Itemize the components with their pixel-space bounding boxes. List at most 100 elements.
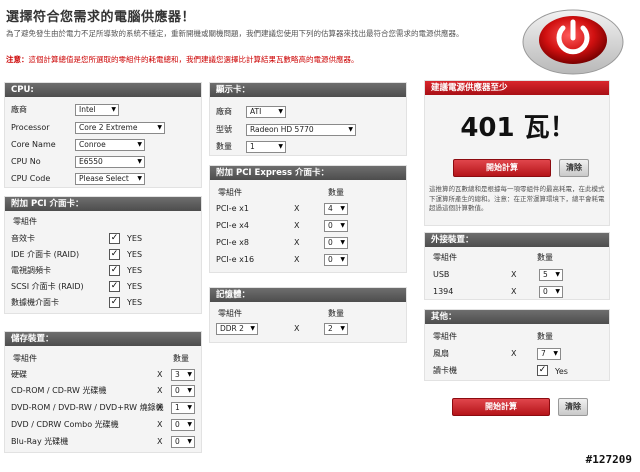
card-reader-yes: Yes [555,367,568,376]
gpu-qty-label: 數量 [216,142,232,151]
pcie-col-component: 零組件 [218,188,242,197]
storage-col-component: 零組件 [13,354,37,363]
pci-item-checkbox[interactable]: ✓ [109,233,120,244]
calculate-button-bottom[interactable]: 開始計算 [452,398,550,416]
memory-col-component: 零組件 [218,309,242,318]
pcie-item-x: X [294,238,300,247]
pci-item-label: SCSI 介面卡 (RAID) [11,282,84,291]
storage-col-qty: 數量 [173,354,189,363]
pcie-qty-value: 0 [328,255,333,264]
storage-qty-value: 0 [175,386,180,395]
storage-qty-select[interactable]: 1 ▼ [171,402,195,414]
fan-qty-select[interactable]: 7 ▼ [537,348,561,360]
storage-panel-title: 儲存裝置： [5,332,201,346]
result-watts: 401 瓦！ [460,113,576,143]
chevron-down-icon: ▼ [187,421,192,428]
gpu-panel: 顯示卡： 廠商 ATI ▼ 型號 Radeon HD 5770 ▼ 數量 1 ▼ [209,82,407,156]
gpu-vendor-select[interactable]: ATI ▼ [246,106,286,118]
fan-label: 風扇 [433,349,449,358]
storage-panel: 儲存裝置： 零組件 數量 硬碟 X 3 ▼ CD-ROM / CD-RW 光碟機 … [4,331,202,453]
chevron-down-icon: ▼ [250,325,255,332]
gpu-vendor-label: 廠商 [216,107,232,116]
gpu-model-value: Radeon HD 5770 [250,125,314,134]
chevron-down-icon: ▼ [340,205,345,212]
pci-panel-title: 附加 PCI 介面卡： [5,197,201,211]
memory-qty-value: 2 [328,324,333,333]
cpu-code-select[interactable]: Please Select ▼ [75,173,145,185]
memory-panel-title: 記憶體： [210,288,406,302]
clear-button[interactable]: 清除 [559,159,589,177]
card-reader-checkbox[interactable]: ✓ [537,365,548,376]
pci-item-checkbox[interactable]: ✓ [109,265,120,276]
pcie-col-qty: 數量 [328,188,344,197]
chevron-down-icon: ▼ [278,108,283,115]
result-panel-title: 建議電源供應器至少 [425,81,609,95]
pcie-qty-value: 0 [328,238,333,247]
chevron-down-icon: ▼ [157,124,162,131]
pci-item-yes: YES [127,250,143,259]
chevron-down-icon: ▼ [137,158,142,165]
gpu-model-label: 型號 [216,125,232,134]
pcie-qty-select[interactable]: 0 ▼ [324,220,348,232]
memory-qty-select[interactable]: 2 ▼ [324,323,348,335]
memory-type-select[interactable]: DDR 2 ▼ [216,323,258,335]
cpu-vendor-select[interactable]: Intel ▼ [75,104,119,116]
pcie-panel-title: 附加 PCI Express 介面卡： [210,166,406,180]
cpu-no-label: CPU No [11,157,41,166]
pcie-qty-select[interactable]: 0 ▼ [324,237,348,249]
other-col-component: 零組件 [433,332,457,341]
cpu-corename-select[interactable]: Conroe ▼ [75,139,145,151]
cpu-vendor-value: Intel [79,105,96,114]
external-item-label: 1394 [433,287,454,296]
gpu-panel-title: 顯示卡： [210,83,406,97]
cpu-processor-select[interactable]: Core 2 Extreme ▼ [75,122,165,134]
storage-item-x: X [157,403,163,412]
pcie-qty-value: 0 [328,221,333,230]
pcie-item-x: X [294,221,300,230]
cpu-no-select[interactable]: E6550 ▼ [75,156,145,168]
external-qty-select[interactable]: 5 ▼ [539,269,563,281]
cpu-processor-value: Core 2 Extreme [79,123,138,132]
chevron-down-icon: ▼ [137,175,142,182]
page-title: 選擇符合您需求的電腦供應器！ [6,10,196,25]
clear-button-bottom[interactable]: 清除 [558,398,588,416]
pcie-qty-select[interactable]: 4 ▼ [324,203,348,215]
pcie-qty-select[interactable]: 0 ▼ [324,254,348,266]
external-qty-value: 5 [543,270,548,279]
pci-item-checkbox[interactable]: ✓ [109,281,120,292]
storage-item-label: 硬碟 [11,370,27,379]
storage-qty-select[interactable]: 3 ▼ [171,369,195,381]
storage-item-label: CD-ROM / CD-RW 光碟機 [11,386,107,395]
pci-item-yes: YES [127,282,143,291]
calculate-button[interactable]: 開始計算 [453,159,551,177]
pcie-qty-value: 4 [328,204,333,213]
storage-qty-select[interactable]: 0 ▼ [171,419,195,431]
pci-item-checkbox[interactable]: ✓ [109,297,120,308]
chevron-down-icon: ▼ [553,350,558,357]
cpu-panel: CPU: 廠商 Intel ▼ Processor Core 2 Extreme ▼… [4,82,202,188]
storage-item-label: DVD-ROM / DVD-RW / DVD+RW 燒錄機 [11,403,164,412]
chevron-down-icon: ▼ [348,126,353,133]
chevron-down-icon: ▼ [111,106,116,113]
external-item-x: X [511,270,517,279]
pcie-item-x: X [294,204,300,213]
storage-qty-value: 3 [175,370,180,379]
chevron-down-icon: ▼ [187,404,192,411]
storage-item-x: X [157,437,163,446]
chevron-down-icon: ▼ [137,141,142,148]
gpu-qty-value: 1 [250,142,255,151]
fan-x: X [511,349,517,358]
pci-panel: 附加 PCI 介面卡： 零組件 音效卡 ✓ YES IDE 介面卡 (RAID)… [4,196,202,314]
pci-item-checkbox[interactable]: ✓ [109,249,120,260]
gpu-qty-select[interactable]: 1 ▼ [246,141,286,153]
cpu-vendor-label: 廠商 [11,105,27,114]
storage-qty-select[interactable]: 0 ▼ [171,385,195,397]
storage-qty-select[interactable]: 0 ▼ [171,436,195,448]
cpu-processor-label: Processor [11,123,50,132]
gpu-model-select[interactable]: Radeon HD 5770 ▼ [246,124,356,136]
other-col-qty: 數量 [537,332,553,341]
pci-item-label: 數據機介面卡 [11,298,59,307]
external-qty-select[interactable]: 0 ▼ [539,286,563,298]
chevron-down-icon: ▼ [187,387,192,394]
result-panel: 建議電源供應器至少 401 瓦！ 開始計算 清除 這推算的瓦數總和是根據每一項零… [424,80,610,226]
